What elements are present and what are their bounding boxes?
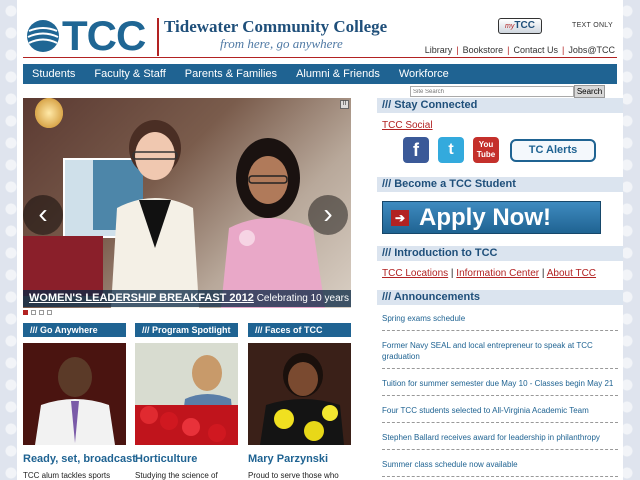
text-only-link[interactable]: TEXT ONLY: [572, 22, 613, 29]
contact-us-link[interactable]: Contact Us: [513, 45, 558, 55]
table-image: [23, 236, 103, 296]
lamp-image: [35, 98, 63, 128]
feature-title-link[interactable]: Horticulture: [135, 453, 238, 465]
mytcc-button[interactable]: myTCC: [498, 18, 542, 34]
feature-header: /// Faces of TCC: [248, 323, 351, 337]
apply-now-label: Apply Now!: [419, 204, 551, 231]
twitter-icon[interactable]: t: [438, 137, 464, 163]
announcement-link[interactable]: Summer class schedule now available: [382, 456, 618, 477]
arrow-right-icon: ➔: [391, 210, 409, 226]
separator: |: [507, 45, 510, 55]
about-tcc-link[interactable]: About TCC: [547, 268, 596, 279]
slide-dot[interactable]: [39, 310, 44, 315]
bookstore-link[interactable]: Bookstore: [463, 45, 504, 55]
youtube-icon[interactable]: You Tube: [473, 137, 499, 163]
nav-workforce[interactable]: Workforce: [399, 68, 449, 80]
caption-title[interactable]: WOMEN'S LEADERSHIP BREAKFAST 2012: [29, 292, 254, 304]
nav-students[interactable]: Students: [32, 68, 75, 80]
announcements-heading: /// Announcements: [377, 290, 623, 305]
intro-heading: /// Introduction to TCC: [377, 246, 623, 261]
announcement-link[interactable]: Spring exams schedule: [382, 310, 618, 331]
tagline: from here, go anywhere: [220, 36, 343, 51]
slide-dot[interactable]: [47, 310, 52, 315]
feature-header: /// Go Anywhere: [23, 323, 126, 337]
announcement-link[interactable]: Former Navy SEAL and local entrepreneur …: [382, 337, 618, 369]
feature-text: Proud to serve those who defend and prot…: [248, 471, 339, 480]
stay-connected-heading: /// Stay Connected: [377, 98, 623, 113]
separator: |: [456, 45, 459, 55]
feature-go-anywhere: /// Go Anywhere Ready, set, broadcast TC…: [23, 323, 136, 480]
feature-title-link[interactable]: Mary Parzynski: [248, 453, 351, 465]
logo-divider: [157, 18, 159, 56]
main-nav: Students Faculty & Staff Parents & Famil…: [23, 64, 617, 84]
separator: |: [562, 45, 565, 55]
feature-header: /// Program Spotlight: [135, 323, 238, 337]
library-link[interactable]: Library: [425, 45, 453, 55]
tcc-locations-link[interactable]: TCC Locations: [382, 268, 448, 279]
mytcc-label: TCC: [514, 20, 535, 31]
feature-text: Studying the science of plants: [135, 471, 218, 480]
slide-dot[interactable]: [23, 310, 28, 315]
information-center-link[interactable]: Information Center: [456, 268, 539, 279]
nav-alumni-friends[interactable]: Alumni & Friends: [296, 68, 380, 80]
utility-links: Library | Bookstore | Contact Us | Jobs@TCC: [425, 45, 615, 55]
feature-photo-image[interactable]: [23, 343, 126, 445]
header-divider: [23, 57, 617, 58]
slideshow-prev-button[interactable]: ‹: [23, 195, 63, 235]
globe-logo-icon[interactable]: [26, 19, 60, 53]
caption-text: Celebrating 10 years of: [256, 293, 351, 304]
search-input[interactable]: [410, 86, 574, 97]
page-container: TCC Tidewater Community College from her…: [17, 0, 623, 480]
slideshow-caption[interactable]: WOMEN'S LEADERSHIP BREAKFAST 2012 Celebr…: [23, 290, 351, 307]
hero-slideshow[interactable]: ‹ › II WOMEN'S LEADERSHIP BREAKFAST 2012…: [23, 98, 351, 308]
slide-dot[interactable]: [31, 310, 36, 315]
feature-text: TCC alum tackles sports career: [23, 471, 111, 480]
feature-title-link[interactable]: Ready, set, broadcast: [23, 453, 136, 465]
tcc-alerts-button[interactable]: TC Alerts: [510, 139, 596, 162]
feature-photo-image[interactable]: [135, 343, 238, 445]
nav-faculty-staff[interactable]: Faculty & Staff: [94, 68, 165, 80]
apply-now-button[interactable]: ➔ Apply Now!: [382, 201, 601, 234]
announcement-link[interactable]: Four TCC students selected to All-Virgin…: [382, 402, 618, 423]
slideshow-pause-button[interactable]: II: [340, 100, 349, 109]
jobs-link[interactable]: Jobs@TCC: [568, 45, 615, 55]
college-name: Tidewater Community College: [164, 17, 388, 36]
announcement-link[interactable]: Tuition for summer semester due May 10 -…: [382, 375, 618, 396]
nav-parents-families[interactable]: Parents & Families: [185, 68, 277, 80]
become-student-heading: /// Become a TCC Student: [377, 177, 623, 192]
logo-text[interactable]: TCC: [62, 13, 146, 59]
search-button[interactable]: Search: [574, 85, 605, 98]
tcc-social-link[interactable]: TCC Social: [382, 120, 433, 131]
hero-person-left-image: [111, 120, 199, 308]
mytcc-prefix: my: [505, 23, 515, 30]
announcement-link[interactable]: Stephen Ballard receives award for leade…: [382, 429, 618, 450]
intro-links: TCC Locations | Information Center | Abo…: [382, 268, 597, 279]
announcements-list: Spring exams schedule Former Navy SEAL a…: [382, 310, 618, 480]
slideshow-dots: [23, 310, 52, 315]
feature-program-spotlight: /// Program Spotlight Horticulture Study…: [135, 323, 238, 480]
facebook-icon[interactable]: f: [403, 137, 429, 163]
feature-photo-image[interactable]: [248, 343, 351, 445]
slideshow-next-button[interactable]: ›: [308, 195, 348, 235]
feature-faces-of-tcc: /// Faces of TCC Mary Parzynski Proud to…: [248, 323, 351, 480]
